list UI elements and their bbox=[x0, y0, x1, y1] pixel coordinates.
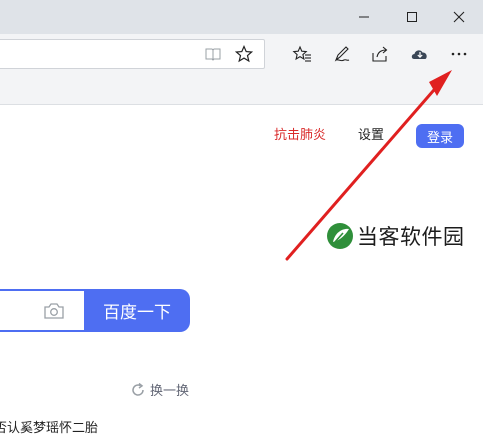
share-button[interactable] bbox=[362, 34, 398, 74]
add-favorite-button[interactable] bbox=[226, 34, 262, 74]
more-options-icon bbox=[451, 52, 467, 56]
image-search-button[interactable] bbox=[42, 299, 66, 323]
refresh-icon bbox=[132, 382, 144, 396]
more-options-button[interactable] bbox=[441, 34, 477, 74]
anti-pneumonia-link[interactable]: 抗击肺炎 bbox=[274, 128, 326, 144]
favorite-star-icon bbox=[235, 45, 253, 63]
close-button[interactable] bbox=[436, 0, 482, 34]
pen-icon bbox=[334, 46, 350, 62]
hot-search-item[interactable]: 否认奚梦瑶怀二胎 bbox=[0, 417, 98, 435]
favorites-button[interactable] bbox=[284, 34, 320, 74]
watermark-logo-icon bbox=[327, 223, 353, 249]
login-button[interactable]: 登录 bbox=[416, 124, 464, 148]
settings-link[interactable]: 设置 bbox=[358, 128, 384, 144]
browser-toolbar bbox=[0, 34, 483, 74]
cloud-download-button[interactable] bbox=[402, 34, 438, 74]
favorites-bar bbox=[0, 74, 483, 105]
refresh-label: 换一换 bbox=[150, 384, 190, 399]
watermark-text: 当客软件园 bbox=[357, 225, 465, 249]
refresh-hot-list-button[interactable]: 换一换 bbox=[130, 380, 189, 399]
site-watermark: 当客软件园 bbox=[326, 220, 465, 252]
close-icon bbox=[453, 11, 465, 23]
search-button[interactable]: 百度一下 bbox=[84, 289, 190, 332]
window-titlebar bbox=[0, 0, 483, 34]
camera-icon bbox=[44, 303, 64, 319]
web-note-button[interactable] bbox=[324, 34, 360, 74]
favorites-list-icon bbox=[292, 45, 311, 62]
share-icon bbox=[372, 46, 388, 62]
cloud-download-icon bbox=[411, 50, 427, 59]
minimize-icon bbox=[359, 16, 369, 18]
minimize-button[interactable] bbox=[341, 0, 387, 34]
maximize-button[interactable] bbox=[389, 0, 435, 34]
reading-view-icon bbox=[205, 48, 221, 61]
maximize-icon bbox=[407, 12, 417, 22]
